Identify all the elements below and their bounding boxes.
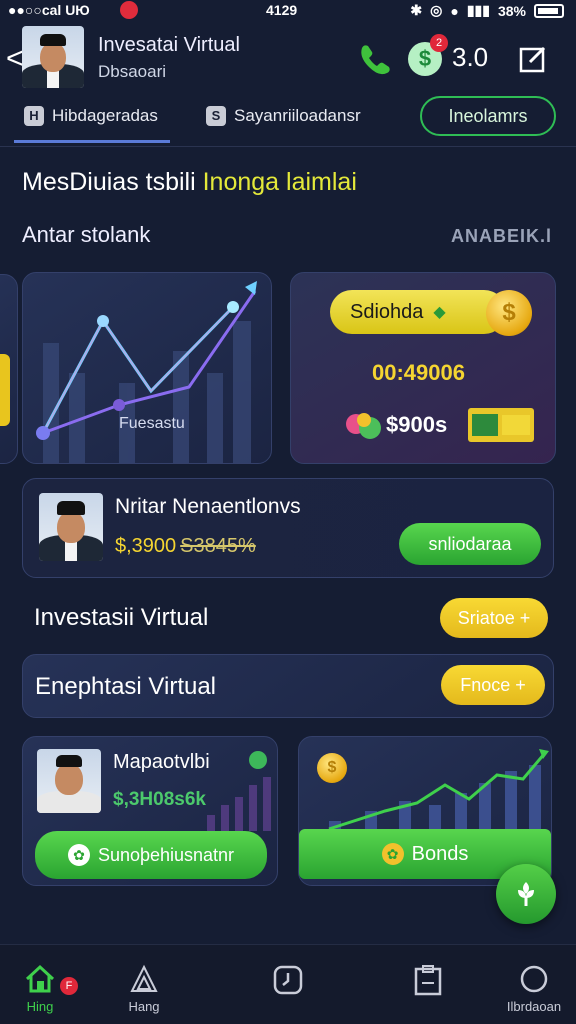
nav-item-profile[interactable]: Ilbrdaoan (504, 963, 564, 1014)
active-tab-indicator (14, 140, 170, 143)
tab-label: Hibdageradas (52, 106, 158, 125)
avatar[interactable] (22, 26, 84, 88)
person-price: $,3H08s6k (113, 789, 206, 810)
avatar (39, 493, 103, 561)
section-title: Antar stolank (22, 222, 151, 247)
person-card[interactable]: Mapaotvlbi $,3H08s6k ✿ Sunoþehiusnatnr (22, 736, 278, 886)
notification-badge: 2 (430, 34, 448, 52)
location-icon: ● (450, 2, 459, 19)
list-item-label: Enephtasi Virtual (35, 673, 217, 700)
coin-icon: $ (486, 290, 532, 336)
nav-label: Ilbrdaoan (506, 999, 562, 1014)
coin-icon: $ (317, 753, 347, 783)
nav-label: Hang (128, 999, 160, 1014)
header-subtitle: Dbsaoari (98, 62, 167, 81)
wallet-pill-button[interactable]: Sdiohda ◆ (330, 290, 506, 334)
chart-label: Fuesastu (119, 415, 185, 432)
stock-row[interactable]: Nritar Nenaentlonvs $,3900 S3845% snlioda… (22, 478, 554, 578)
alarm-icon: ◎ (430, 2, 443, 18)
person-action-button[interactable]: ✿ Sunoþehiusnatnr (35, 831, 267, 879)
back-button[interactable]: < (6, 42, 24, 76)
tab-hibdageradas[interactable]: H Hibdageradas (24, 106, 158, 126)
section-link[interactable]: ANABEIK.l (451, 226, 552, 247)
nav-badge: F (60, 977, 78, 995)
clock-icon (273, 965, 303, 995)
notification-icon (120, 1, 138, 19)
list-item-button[interactable]: Fnoce + (441, 665, 545, 705)
list-item[interactable]: Enephtasi Virtual Fnoce + (22, 654, 554, 718)
divider (0, 146, 576, 147)
triangle-icon (130, 964, 158, 992)
battery-icon (534, 3, 564, 18)
header-count: 3.0 (452, 42, 489, 72)
bonds-chart (328, 749, 549, 835)
cash-icon (468, 408, 534, 442)
person-name: Mapaotvlbi (113, 751, 210, 773)
stock-price: $,3900 S3845% (115, 535, 256, 557)
nav-item-hang[interactable]: Hang (114, 963, 174, 1014)
list-item[interactable]: Investasii Virtual Sriatoe + (22, 590, 554, 646)
clipboard-icon (414, 965, 442, 996)
bottom-nav: Hing F Hang Ilbrdaoan (0, 944, 576, 1024)
status-time: 4129 (266, 2, 298, 18)
tab-pill-button[interactable]: Ineolamrs (420, 96, 556, 136)
bar-decoration (207, 777, 271, 831)
phone-icon[interactable] (356, 40, 392, 76)
list-item-button[interactable]: Sriatoe + (440, 598, 548, 638)
growth-chart (36, 281, 257, 463)
avatar (37, 749, 101, 813)
nav-item-home[interactable]: Hing F (10, 963, 78, 1014)
battery-percent: 38% (497, 2, 526, 19)
signal-icon: ▮▮▮ (466, 2, 490, 18)
tab-icon: H (24, 106, 44, 126)
nav-item-clipboard[interactable] (398, 963, 458, 1001)
diamond-icon: ◆ (433, 304, 446, 321)
nav-item-clock[interactable] (258, 963, 318, 1001)
wallet-timer: 00:49006 (372, 360, 465, 385)
gems-icon (346, 413, 381, 439)
page-headline: MesDiuias tsbili Inonga laimlai (22, 168, 357, 196)
app-header: < Invesatai Virtual Dbsaoari $ 2 3.0 (0, 22, 576, 100)
status-bar: ●●○○cal UЮ 4129 ✱ ◎ ● ▮▮▮ 38% (0, 0, 576, 22)
tab-label: Sayanriiloadansr (234, 106, 361, 125)
carousel-handle[interactable] (0, 354, 10, 426)
home-icon (25, 964, 55, 993)
list-item-label: Investasii Virtual (34, 604, 209, 631)
tab-icon: S (206, 106, 226, 126)
tab-sayanriiloadansr[interactable]: S Sayanriiloadansr (206, 106, 361, 126)
stock-name: Nritar Nenaentlonvs (115, 495, 301, 518)
leaf-icon: ✿ (67, 844, 90, 866)
check-icon (249, 751, 267, 769)
edit-icon[interactable] (518, 44, 548, 74)
wallet-amount: $900s (386, 412, 448, 437)
chart-card[interactable]: Fuesastu (22, 272, 272, 464)
leaf-icon: ✿ (381, 843, 404, 865)
circle-icon (520, 965, 548, 993)
bluetooth-icon: ✱ (410, 2, 423, 18)
stock-action-button[interactable]: snliodaraa (399, 523, 541, 565)
leaf-icon (518, 882, 534, 906)
status-right: ✱ ◎ ● ▮▮▮ 38% (410, 2, 564, 19)
nav-label: Hing (26, 999, 54, 1014)
header-title: Invesatai Virtual (98, 34, 240, 56)
status-carrier: ●●○○cal UЮ (8, 2, 90, 18)
floating-action-button[interactable] (496, 864, 556, 924)
